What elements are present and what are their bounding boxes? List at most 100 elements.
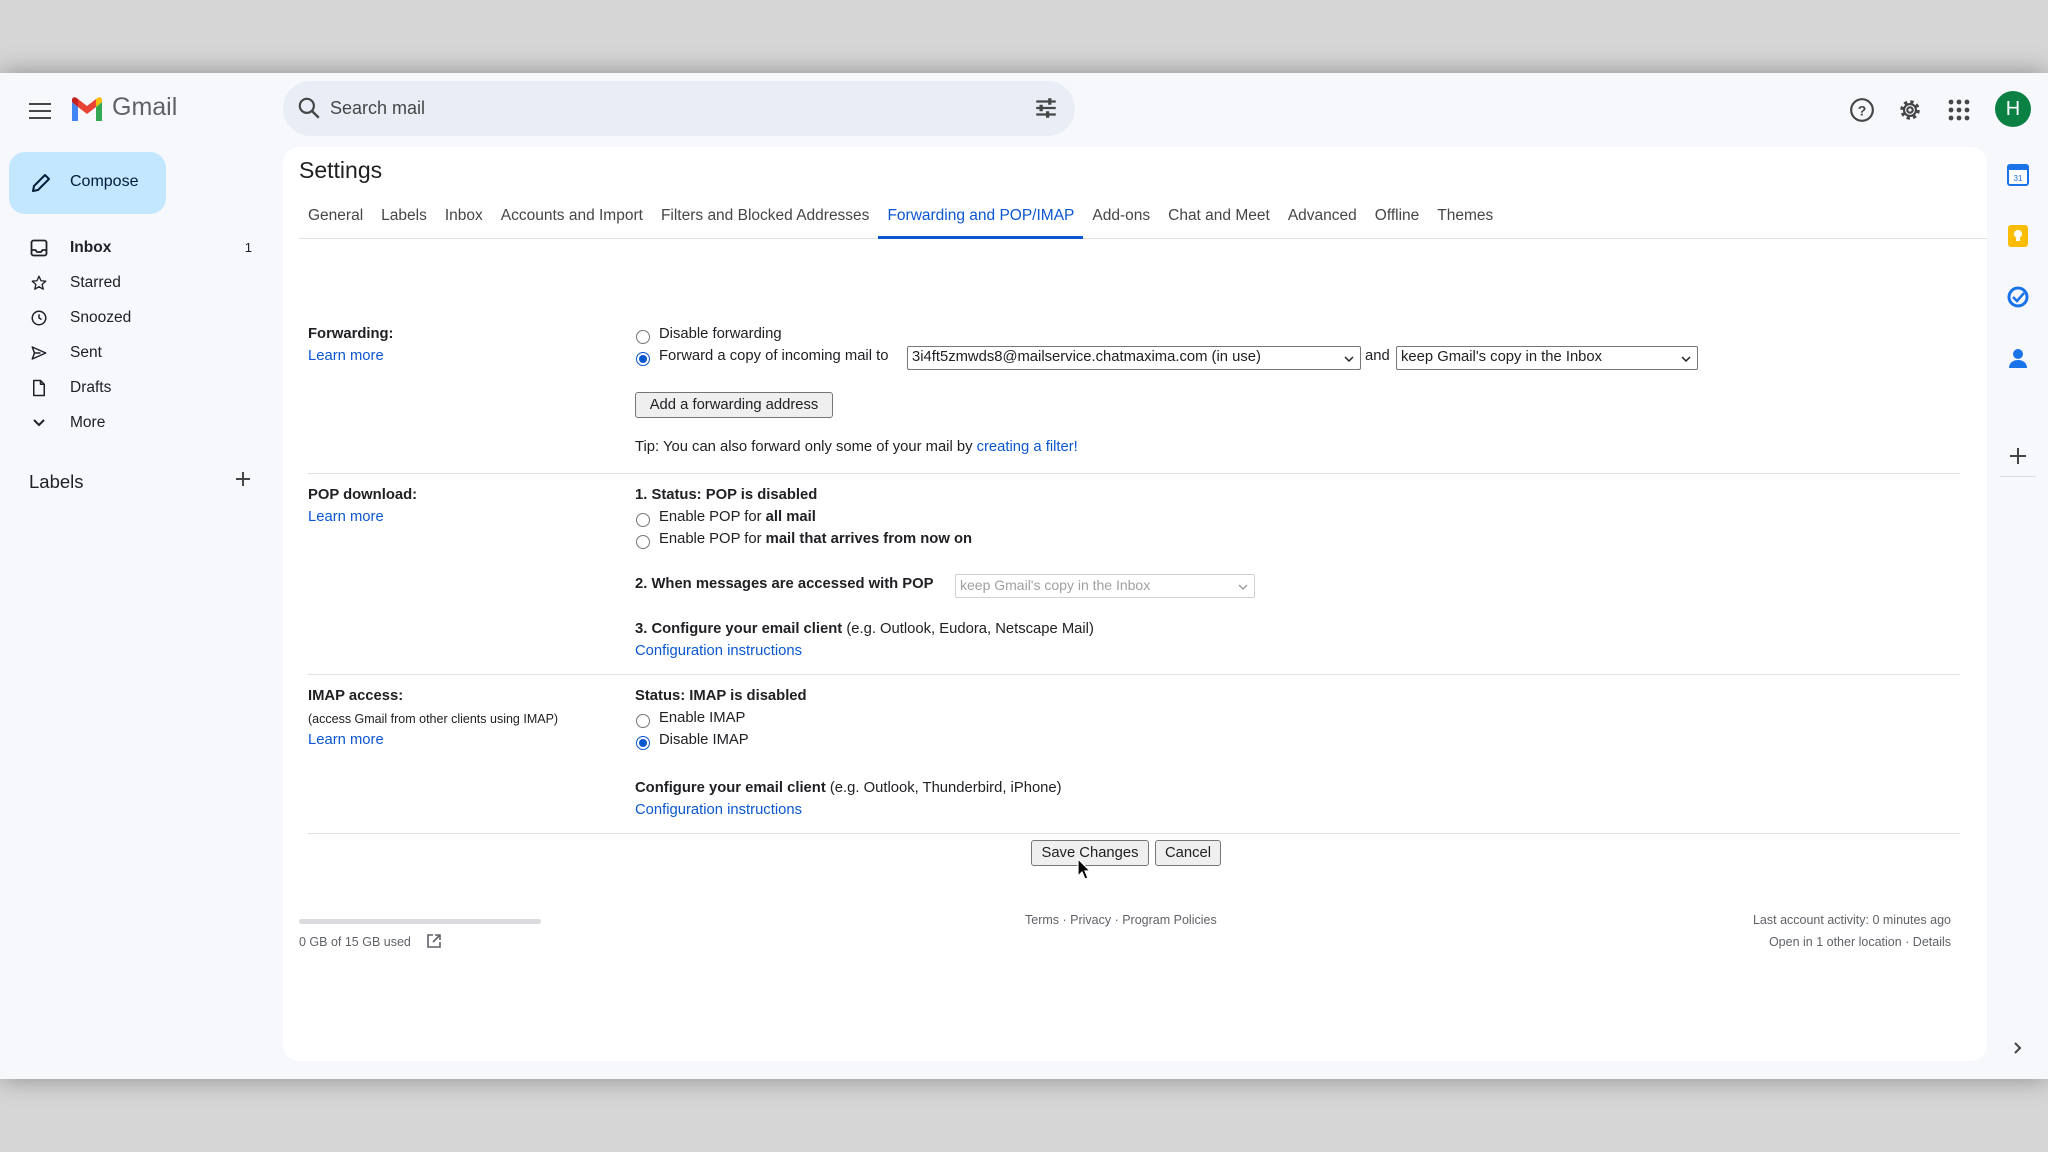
search-icon[interactable]	[296, 95, 322, 126]
sidebar-item-inbox[interactable]: Inbox 1	[0, 230, 262, 265]
help-icon[interactable]: ?	[1847, 95, 1877, 125]
send-icon	[29, 343, 49, 363]
pop-learn-more-link[interactable]: Learn more	[308, 509, 384, 525]
apps-grid-icon[interactable]	[1944, 95, 1974, 125]
account-avatar[interactable]: H	[1995, 91, 2031, 127]
sidebar-item-more[interactable]: More	[0, 405, 262, 440]
add-forwarding-address-button[interactable]: Add a forwarding address	[635, 392, 833, 418]
chevron-down-icon	[1344, 356, 1354, 363]
forwarding-tip-text: Tip: You can also forward only some of y…	[635, 439, 973, 455]
sidebar-item-snoozed[interactable]: Snoozed	[0, 300, 262, 335]
tab-labels[interactable]: Labels	[372, 199, 436, 239]
enable-pop-now-radio[interactable]	[636, 535, 650, 549]
disable-forwarding-radio[interactable]	[636, 330, 650, 344]
pop-configure-bold: 3. Configure your email client	[635, 621, 843, 637]
add-label-icon[interactable]	[233, 469, 253, 494]
sidebar-item-label: Starred	[70, 273, 121, 291]
enable-pop-now-label: Enable POP for mail that arrives from no…	[659, 531, 972, 547]
pencil-icon	[29, 171, 53, 200]
tab-themes[interactable]: Themes	[1428, 199, 1502, 239]
pop-status: 1. Status: POP is disabled	[635, 487, 818, 503]
gmail-logo-text: Gmail	[112, 93, 178, 121]
tab-chat-and-meet[interactable]: Chat and Meet	[1159, 199, 1279, 239]
forward-action-value: keep Gmail's copy in the Inbox	[1401, 349, 1603, 365]
sidebar-item-label: More	[70, 413, 106, 431]
forward-copy-radio[interactable]	[636, 352, 650, 366]
forward-action-select[interactable]: keep Gmail's copy in the Inbox	[1396, 346, 1698, 370]
chevron-right-icon[interactable]	[2006, 1036, 2030, 1060]
contacts-icon[interactable]	[2006, 346, 2030, 370]
sidebar-item-label: Inbox	[70, 238, 112, 256]
page-title: Settings	[299, 157, 383, 183]
imap-config-instructions-link[interactable]: Configuration instructions	[635, 802, 802, 818]
imap-access-sublabel: (access Gmail from other clients using I…	[308, 712, 559, 726]
pop-configure-text: 3. Configure your email client (e.g. Out…	[635, 621, 1094, 637]
tab-accounts-and-import[interactable]: Accounts and Import	[492, 199, 652, 239]
chevron-down-icon	[29, 413, 49, 433]
sidebar-item-sent[interactable]: Sent	[0, 335, 262, 370]
tab-inbox[interactable]: Inbox	[436, 199, 492, 239]
menu-icon	[29, 103, 51, 119]
disable-imap-label: Disable IMAP	[659, 732, 749, 748]
sidebar-item-label: Snoozed	[70, 308, 132, 326]
tasks-icon[interactable]	[2006, 285, 2030, 309]
chevron-down-icon	[1681, 356, 1691, 363]
gear-icon[interactable]	[1895, 95, 1925, 125]
imap-access-label: IMAP access:	[308, 688, 404, 704]
tab-forwarding-pop-imap[interactable]: Forwarding and POP/IMAP	[878, 199, 1084, 239]
main-menu-button[interactable]	[24, 95, 56, 127]
imap-learn-more-link[interactable]: Learn more	[308, 732, 384, 748]
sidebar-item-starred[interactable]: Starred	[0, 265, 262, 300]
side-panel-divider	[2000, 476, 2036, 477]
sidebar-item-label: Drafts	[70, 378, 112, 396]
forwarding-learn-more-link[interactable]: Learn more	[308, 348, 384, 364]
search-options-icon[interactable]	[1033, 95, 1059, 126]
other-location-details[interactable]: Open in 1 other location · Details	[1769, 935, 1951, 949]
tab-advanced[interactable]: Advanced	[1279, 199, 1366, 239]
compose-label: Compose	[70, 173, 139, 190]
forwarding-label: Forwarding:	[308, 326, 394, 342]
add-icon[interactable]	[2006, 444, 2030, 468]
disable-imap-radio[interactable]	[636, 736, 650, 750]
and-text: and	[1365, 348, 1390, 364]
pop-download-label: POP download:	[308, 487, 418, 503]
external-link-icon[interactable]	[426, 933, 442, 954]
storage-bar	[299, 919, 541, 924]
enable-pop-all-label: Enable POP for all mail	[659, 509, 816, 525]
forward-address-select[interactable]: 3i4ft5zmwds8@mailservice.chatmaxima.com …	[907, 346, 1361, 370]
enable-pop-all-radio[interactable]	[636, 513, 650, 527]
cancel-button[interactable]: Cancel	[1155, 840, 1221, 866]
tab-offline[interactable]: Offline	[1366, 199, 1429, 239]
section-divider	[308, 674, 1960, 675]
last-account-activity: Last account activity: 0 minutes ago	[1752, 913, 1951, 927]
sidebar-nav: Inbox 1 Starred Snoozed Sent Drafts More	[0, 230, 262, 440]
enable-pop-now-prefix: Enable POP for	[659, 531, 762, 547]
tab-add-ons[interactable]: Add-ons	[1083, 199, 1159, 239]
pop-config-instructions-link[interactable]: Configuration instructions	[635, 643, 802, 659]
settings-panel: Settings General Labels Inbox Accounts a…	[283, 147, 1987, 1061]
calendar-icon[interactable]: 31	[2006, 163, 2030, 187]
imap-configure-bold: Configure your email client	[635, 780, 826, 796]
mouse-cursor-icon	[1077, 857, 1092, 885]
enable-pop-all-bold: all mail	[765, 509, 816, 525]
creating-filter-link[interactable]: creating a filter!	[977, 439, 1078, 455]
search-bar[interactable]: Search mail	[283, 81, 1075, 136]
draft-icon	[29, 378, 49, 398]
search-input[interactable]: Search mail	[330, 98, 425, 119]
forward-copy-label: Forward a copy of incoming mail to	[659, 348, 889, 364]
sidebar-item-drafts[interactable]: Drafts	[0, 370, 262, 405]
inbox-count: 1	[244, 240, 252, 255]
enable-imap-radio[interactable]	[636, 714, 650, 728]
pop-when-accessed-select[interactable]: keep Gmail's copy in the Inbox	[955, 574, 1255, 598]
enable-imap-label: Enable IMAP	[659, 710, 746, 726]
compose-button[interactable]: Compose	[9, 152, 166, 214]
labels-heading: Labels	[29, 471, 84, 492]
keep-icon[interactable]	[2006, 224, 2030, 248]
footer-links[interactable]: Terms · Privacy · Program Policies	[1025, 913, 1217, 927]
settings-tabs: General Labels Inbox Accounts and Import…	[299, 199, 1987, 239]
tab-general[interactable]: General	[299, 199, 372, 239]
gmail-logo[interactable]: Gmail	[70, 93, 177, 122]
pop-when-accessed-label: 2. When messages are accessed with POP	[635, 576, 934, 592]
sidebar-item-label: Sent	[70, 343, 102, 361]
tab-filters[interactable]: Filters and Blocked Addresses	[652, 199, 879, 239]
